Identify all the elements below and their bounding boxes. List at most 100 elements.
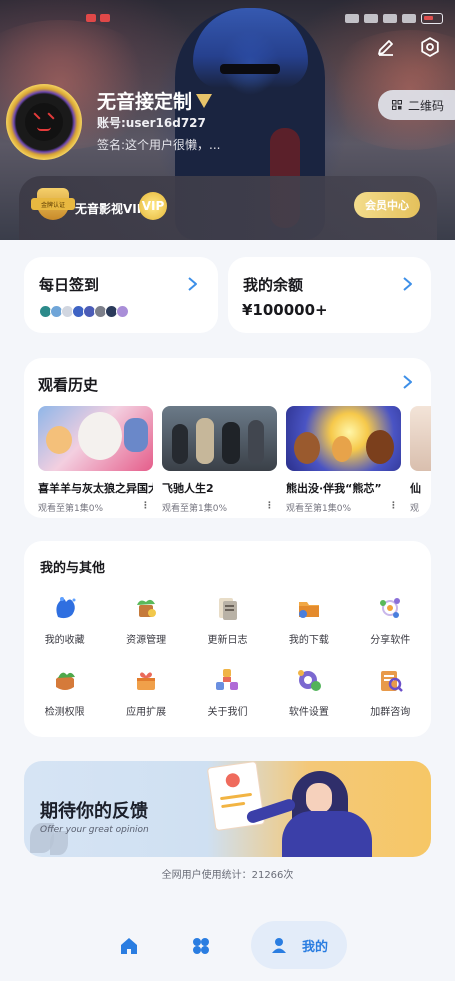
grid-label: 应用扩展 (126, 707, 167, 718)
history-item[interactable]: 仙 观 (410, 406, 431, 512)
history-item-progress: 观看至第1集0% (162, 504, 228, 512)
chevron-right-icon (188, 277, 197, 291)
history-item-title: 熊出没·伴我“熊芯” (286, 482, 382, 495)
grid-label: 检测权限 (44, 707, 85, 718)
more-icon[interactable]: ⋮ (141, 501, 150, 512)
member-center-button[interactable]: 会员中心 (354, 192, 420, 218)
history-item-title: 飞驰人生2 (162, 482, 214, 495)
grid-item-join-group[interactable]: 加群咨询 (350, 659, 431, 731)
grid-item-favorites[interactable]: 我的收藏 (24, 587, 105, 659)
history-item[interactable]: 飞驰人生2 观看至第1集0% ⋮ (162, 406, 277, 512)
grid-item-share-app[interactable]: 分享软件 (350, 587, 431, 659)
vip-mark: VIP (139, 192, 167, 220)
nav-mine[interactable]: 我的 (251, 921, 347, 969)
grid-item-app-extension[interactable]: 应用扩展 (105, 659, 186, 731)
grid-label: 资源管理 (126, 635, 167, 646)
grid-label: 软件设置 (288, 707, 329, 718)
qr-code-button[interactable]: 二维码 (378, 90, 455, 120)
wifi-icon (402, 13, 416, 23)
chevron-right-icon[interactable] (401, 375, 415, 389)
history-item-progress: 观看至第1集0% (38, 504, 104, 512)
poster-thumbnail (38, 406, 153, 471)
settings-icon (297, 670, 321, 691)
account-id: 账号:user16d727 (97, 116, 206, 130)
battery-icon (421, 12, 443, 24)
grid-label: 更新日志 (207, 635, 248, 646)
grid-item-my-downloads[interactable]: 我的下载 (268, 587, 349, 659)
nav-mine-label: 我的 (301, 939, 328, 955)
grid-item-software-settings[interactable]: 软件设置 (268, 659, 349, 731)
history-item[interactable]: 熊出没·伴我“熊芯” 观看至第1集0% ⋮ (286, 406, 401, 512)
balance-value: ¥100000+ (242, 301, 328, 319)
chevron-right-icon (403, 277, 412, 291)
balance-title: 我的余额 (243, 276, 304, 294)
favorites-icon (56, 597, 76, 619)
update-log-icon (219, 598, 238, 620)
share-icon (380, 598, 401, 618)
vip-badge-text: 金牌认证 (31, 198, 75, 210)
join-group-icon (381, 671, 404, 692)
avatar[interactable] (6, 84, 82, 160)
grid-item-permission-check[interactable]: 检测权限 (24, 659, 105, 731)
grid-item-update-log[interactable]: 更新日志 (187, 587, 268, 659)
more-icon[interactable]: ⋮ (389, 501, 398, 512)
history-item-progress: 观 (410, 504, 420, 512)
history-title: 观看历史 (38, 376, 99, 394)
watch-history-card: 观看历史 喜羊羊与灰太狼之异国大营救 观看至第1集0% ⋮ 飞驰人生2 观看至第1… (24, 358, 431, 518)
feedback-title: 期待你的反馈 (40, 801, 148, 822)
signed-users-avatars (39, 305, 129, 318)
status-bar (0, 0, 455, 36)
my-and-other-card: 我的与其他 我的收藏 资源管理 更新日志 我的下载 分享软件 检测权限 应用扩展… (24, 541, 431, 737)
signal-icon (383, 13, 397, 23)
poster-thumbnail (410, 406, 431, 471)
bottom-navigation: 我的 (0, 915, 455, 975)
grid-apps-icon (193, 938, 209, 954)
permission-check-icon (55, 672, 75, 690)
about-us-icon (216, 669, 239, 690)
notification-icon (100, 14, 110, 22)
history-item-title: 仙 (410, 482, 421, 495)
qr-code-icon (392, 100, 402, 110)
user-name: 无音接定制 (97, 87, 213, 114)
grid-label: 我的收藏 (44, 635, 85, 646)
edit-icon[interactable] (375, 36, 397, 58)
poster-thumbnail (162, 406, 277, 471)
more-icon[interactable]: ⋮ (265, 501, 274, 512)
user-name-text: 无音接定制 (97, 91, 193, 113)
verified-v-icon (196, 93, 213, 108)
poster-thumbnail (286, 406, 401, 471)
grid-item-resource-manage[interactable]: 资源管理 (105, 587, 186, 659)
vip-title: 无音影视VIP (75, 202, 146, 216)
user-signature: 签名:这个用户很懒，... (97, 138, 221, 152)
app-extension-icon (137, 672, 156, 690)
notification-icon (86, 14, 96, 22)
history-item[interactable]: 喜羊羊与灰太狼之异国大营救 观看至第1集0% ⋮ (38, 406, 153, 512)
settings-gear-icon[interactable] (419, 36, 441, 58)
sign-in-title: 每日签到 (39, 276, 100, 294)
vip-bar: 金牌认证 无音影视VIP VIP 会员中心 (19, 176, 437, 240)
history-item-progress: 观看至第1集0% (286, 504, 352, 512)
daily-sign-in-card[interactable]: 每日签到 (24, 257, 218, 333)
person-body (282, 811, 372, 857)
usage-statistics: 全网用户使用统计：21266次 (161, 870, 294, 881)
grid-label: 我的下载 (288, 635, 329, 646)
grid-label: 分享软件 (370, 635, 411, 646)
grid-label: 加群咨询 (370, 707, 411, 718)
other-title: 我的与其他 (40, 561, 106, 576)
feedback-banner[interactable]: 期待你的反馈 Offer your great opinion (24, 761, 431, 857)
resource-manage-icon (137, 599, 157, 617)
alarm-icon (345, 13, 359, 23)
qr-code-label: 二维码 (408, 98, 445, 113)
balance-card[interactable]: 我的余额 ¥100000+ (228, 257, 431, 333)
profile-header: 无音接定制 账号:user16d727 签名:这个用户很懒，... 二维码 金牌… (0, 0, 455, 240)
history-list[interactable]: 喜羊羊与灰太狼之异国大营救 观看至第1集0%⋮ 飞驰人生2 观看至第1集0%⋮ … (38, 406, 431, 512)
feedback-subtitle: Offer your great opinion (40, 825, 149, 835)
grid-item-about-us[interactable]: 关于我们 (187, 659, 268, 731)
download-folder-icon (298, 602, 319, 618)
eye-icon (364, 13, 378, 23)
user-icon (271, 938, 286, 953)
nav-discover[interactable] (186, 931, 216, 961)
person-face (306, 783, 332, 813)
nav-home[interactable] (114, 931, 144, 961)
history-item-title: 喜羊羊与灰太狼之异国大营救 (38, 482, 153, 495)
